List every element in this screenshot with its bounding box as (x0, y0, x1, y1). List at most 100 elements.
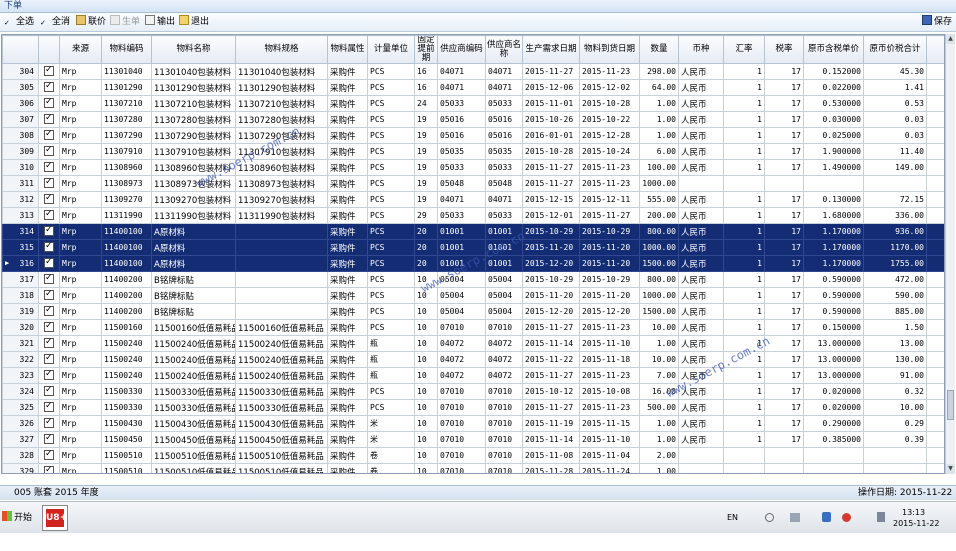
cell-price[interactable]: 1.490000 (803, 159, 864, 176)
cell-code[interactable]: 11311990 (101, 207, 152, 224)
cell-arrive[interactable]: 2015-10-08 (579, 383, 640, 400)
cell-attr[interactable]: 采购件 (327, 399, 368, 416)
cell-rate[interactable]: 1 (723, 191, 765, 208)
cell-vcode[interactable]: 05033 (437, 95, 486, 112)
cell-vcode[interactable]: 01001 (437, 255, 486, 272)
cell-need[interactable]: 2015-11-20 (522, 239, 580, 256)
table-row[interactable]: 307Mrp1130728011307280包装材料11307280包装材料采购… (2, 111, 944, 128)
cell-need[interactable]: 2016-01-01 (522, 127, 580, 144)
cell-src[interactable]: Mrp (59, 159, 102, 176)
cell-extra[interactable] (926, 415, 944, 432)
cell-name[interactable]: 11307280包装材料 (151, 111, 236, 128)
cell-code[interactable]: 11308973 (101, 175, 152, 192)
cell-lead[interactable]: 24 (414, 95, 438, 112)
checkbox-checked-icon[interactable] (44, 257, 54, 269)
cell-cur[interactable] (678, 463, 724, 473)
cell-extra[interactable] (926, 271, 944, 288)
row-select-checkbox[interactable] (38, 191, 60, 208)
cell-extra[interactable] (926, 143, 944, 160)
cell-need[interactable]: 2015-10-29 (522, 271, 580, 288)
cell-arrive[interactable]: 2015-11-23 (579, 175, 640, 192)
table-row[interactable]: 327Mrp1150045011500450低值易耗品11500450低值易耗品… (2, 431, 944, 448)
cell-vname[interactable]: 07010 (485, 463, 523, 473)
cell-code[interactable]: 11301290 (101, 79, 152, 96)
cell-arrive[interactable]: 2015-11-23 (579, 319, 640, 336)
cell-need[interactable]: 2015-11-14 (522, 431, 580, 448)
cell-extra[interactable] (926, 127, 944, 144)
row-number[interactable]: 304 (2, 63, 39, 80)
cell-spec[interactable] (235, 271, 328, 288)
cell-tax[interactable]: 17 (764, 63, 804, 80)
cell-qty[interactable]: 800.00 (639, 223, 679, 240)
table-row[interactable]: ▶316Mrp11400100A原材料采购件PCS200100101001201… (2, 255, 944, 272)
cell-code[interactable]: 11500450 (101, 431, 152, 448)
cell-vname[interactable]: 07010 (485, 399, 523, 416)
row-select-checkbox[interactable] (38, 447, 60, 464)
cell-price[interactable]: 0.152000 (803, 63, 864, 80)
cell-vcode[interactable]: 05035 (437, 143, 486, 160)
cell-cur[interactable]: 人民币 (678, 415, 724, 432)
cell-total[interactable]: 0.32 (863, 383, 927, 400)
row-select-checkbox[interactable] (38, 463, 60, 473)
cell-lead[interactable]: 10 (414, 399, 438, 416)
cell-lead[interactable]: 10 (414, 415, 438, 432)
table-row[interactable]: 309Mrp1130791011307910包装材料11307910包装材料采购… (2, 143, 944, 160)
cell-unit[interactable]: PCS (367, 287, 415, 304)
cell-need[interactable]: 2015-11-14 (522, 335, 580, 352)
cell-extra[interactable] (926, 63, 944, 80)
u8-app-taskbar-button[interactable]: U8+ (42, 505, 68, 531)
row-number[interactable]: 309 (2, 143, 39, 160)
table-row[interactable]: 308Mrp1130729011307290包装材料11307290包装材料采购… (2, 127, 944, 144)
help-icon[interactable] (765, 513, 774, 522)
column-header-1[interactable] (38, 35, 60, 64)
row-select-checkbox[interactable] (38, 383, 60, 400)
cell-need[interactable]: 2015-12-20 (522, 255, 580, 272)
checkbox-checked-icon[interactable] (44, 369, 54, 381)
cell-need[interactable]: 2015-10-28 (522, 143, 580, 160)
cell-arrive[interactable]: 2015-12-28 (579, 127, 640, 144)
cell-code[interactable]: 11500510 (101, 447, 152, 464)
cell-need[interactable]: 2015-11-01 (522, 95, 580, 112)
cell-extra[interactable] (926, 319, 944, 336)
row-number[interactable]: 327 (2, 431, 39, 448)
cell-tax[interactable]: 17 (764, 367, 804, 384)
cell-unit[interactable]: 米 (367, 431, 415, 448)
cell-src[interactable]: Mrp (59, 111, 102, 128)
cell-vname[interactable]: 04072 (485, 367, 523, 384)
cell-arrive[interactable]: 2015-10-29 (579, 223, 640, 240)
cell-src[interactable]: Mrp (59, 431, 102, 448)
cell-src[interactable]: Mrp (59, 463, 102, 473)
cell-vcode[interactable]: 07010 (437, 383, 486, 400)
row-number[interactable]: 322 (2, 351, 39, 368)
checkbox-checked-icon[interactable] (44, 113, 54, 125)
cell-code[interactable]: 11500510 (101, 463, 152, 473)
cell-qty[interactable]: 1.00 (639, 431, 679, 448)
cell-arrive[interactable]: 2015-11-23 (579, 159, 640, 176)
cell-lead[interactable]: 10 (414, 303, 438, 320)
cell-extra[interactable] (926, 207, 944, 224)
cell-cur[interactable]: 人民币 (678, 271, 724, 288)
cell-attr[interactable]: 采购件 (327, 335, 368, 352)
cell-extra[interactable] (926, 351, 944, 368)
cell-spec[interactable]: 11309270包装材料 (235, 191, 328, 208)
cell-unit[interactable]: PCS (367, 319, 415, 336)
cell-extra[interactable] (926, 335, 944, 352)
vertical-scrollbar[interactable]: ▲ ▼ (945, 34, 955, 474)
cell-tax[interactable]: 17 (764, 431, 804, 448)
cell-spec[interactable] (235, 223, 328, 240)
cell-qty[interactable]: 10.00 (639, 319, 679, 336)
cell-code[interactable]: 11400100 (101, 223, 152, 240)
cell-cur[interactable]: 人民币 (678, 159, 724, 176)
cell-price[interactable]: 1.900000 (803, 143, 864, 160)
cell-rate[interactable]: 1 (723, 287, 765, 304)
row-select-checkbox[interactable] (38, 399, 60, 416)
column-header-7[interactable]: 计量单位 (367, 35, 415, 64)
table-row[interactable]: 315Mrp11400100A原材料采购件PCS2001001010012015… (2, 239, 944, 256)
cell-extra[interactable] (926, 159, 944, 176)
cell-code[interactable]: 11500330 (101, 383, 152, 400)
cell-name[interactable]: 11500510低值易耗品 (151, 463, 236, 473)
cell-unit[interactable]: PCS (367, 383, 415, 400)
row-select-checkbox[interactable] (38, 159, 60, 176)
cell-src[interactable]: Mrp (59, 367, 102, 384)
cell-spec[interactable]: 11301040包装材料 (235, 63, 328, 80)
